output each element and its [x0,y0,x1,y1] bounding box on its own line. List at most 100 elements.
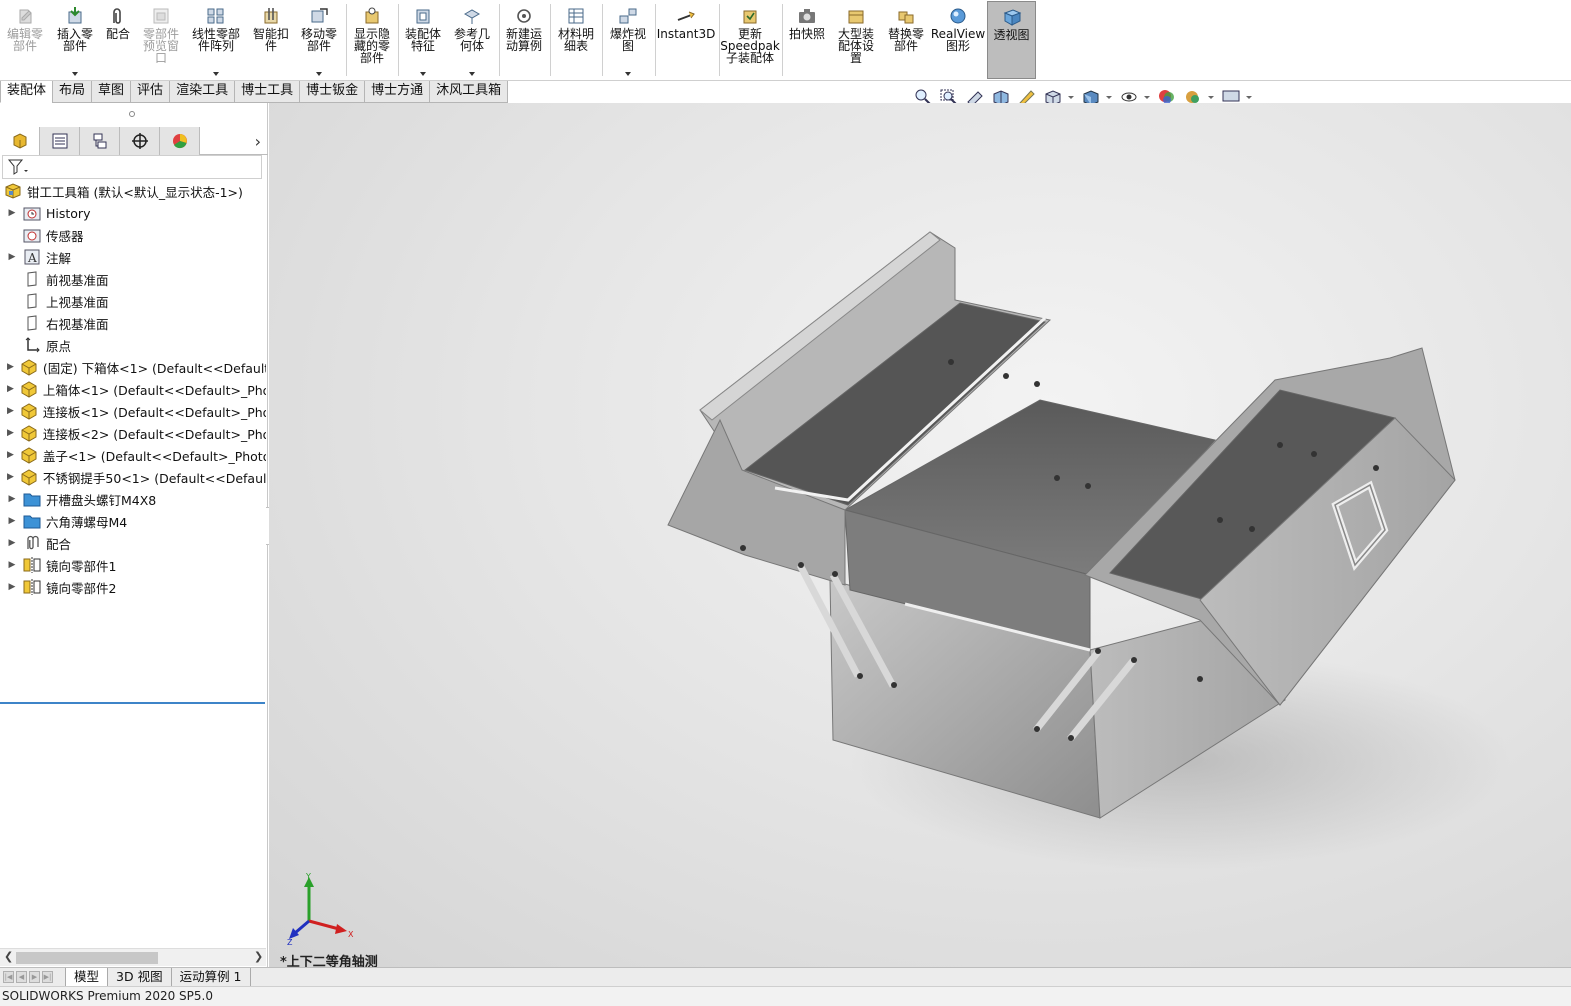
expand-arrow-icon[interactable]: ▶ [7,450,14,460]
horizontal-scrollbar[interactable]: ❮ ❯ [0,948,266,966]
expand-arrow-icon[interactable]: ▶ [7,538,17,548]
dimxpert-tab[interactable] [120,127,160,155]
edit-component-button[interactable]: 编辑零 部件 [2,4,48,78]
chevron-right-icon[interactable]: › [255,132,261,151]
chevron-down-icon[interactable] [1144,95,1150,99]
feature-tree: 钳工工具箱 (默认<默认_显示状态-1>) ▶History ▶传感器 ▶A注解… [0,180,266,598]
scroll-left-icon[interactable]: ❮ [4,950,13,963]
expand-arrow-icon[interactable]: ▶ [7,208,17,218]
tree-item-component[interactable]: ▶ 上箱体<1> (Default<<Default>_Photo [0,378,266,400]
graphics-area[interactable]: Y X Z *上下二等角轴测 [269,103,1571,967]
chevron-down-icon[interactable] [316,72,322,76]
realview-button[interactable]: RealView 图形 [931,4,985,78]
replace-component-button[interactable]: 替换零 部件 [882,4,930,78]
move-component-button[interactable]: 移动零 部件 [296,4,342,78]
first-tab-icon[interactable]: |◀ [3,971,14,983]
expand-arrow-icon[interactable]: ▶ [7,494,17,504]
expand-arrow-icon[interactable]: ▶ [7,252,17,262]
chevron-down-icon[interactable] [469,72,475,76]
rollback-bar[interactable] [0,702,265,704]
large-assembly-button[interactable]: 大型装 配体设 置 [832,4,880,78]
reference-geometry-button[interactable]: 参考几 何体 [448,4,496,78]
smart-fasteners-button[interactable]: 智能扣 件 [248,4,294,78]
tab-sketch[interactable]: 草图 [91,81,132,103]
tree-item-top-plane[interactable]: ▶上视基准面 [0,290,266,312]
tree-item-mates[interactable]: ▶ 配合 [0,532,266,554]
tab-motion-study[interactable]: 运动算例 1 [170,968,251,987]
panel-tabs [0,127,268,155]
tree-item-annotations[interactable]: ▶ A 注解 [0,246,266,268]
tree-item-front-plane[interactable]: ▶前视基准面 [0,268,266,290]
assembly-features-button[interactable]: 装配体 特征 [400,4,446,78]
new-motion-study-button[interactable]: 新建运 动算例 [501,4,547,78]
configuration-manager-tab[interactable] [80,127,120,155]
feature-manager-tab[interactable] [0,127,40,155]
chevron-down-icon[interactable] [1068,95,1074,99]
display-manager-tab[interactable] [160,127,200,155]
tree-item-component[interactable]: ▶ 盖子<1> (Default<<Default>_PhotoW [0,444,266,466]
tree-item-sensors[interactable]: ▶传感器 [0,224,266,246]
chevron-down-icon[interactable] [625,72,631,76]
tab-boshi-sheetmetal[interactable]: 博士钣金 [299,81,366,103]
tree-item-component[interactable]: ▶ (固定) 下箱体<1> (Default<<Default>_ [0,356,266,378]
tree-item-history[interactable]: ▶ History [0,202,266,224]
tab-boshi-tools[interactable]: 博士工具 [234,81,301,103]
instant3d-button[interactable]: Instant3D [657,4,715,78]
filter-box[interactable] [2,155,262,179]
chevron-down-icon[interactable] [420,72,426,76]
snapshot-button[interactable]: 拍快照 [784,4,830,78]
tree-item-folder[interactable]: ▶ 开槽盘头螺钉M4X8 [0,488,266,510]
tab-layout[interactable]: 布局 [52,81,93,103]
tree-root-assembly[interactable]: 钳工工具箱 (默认<默认_显示状态-1>) [0,180,266,202]
tree-item-right-plane[interactable]: ▶右视基准面 [0,312,266,334]
mate-button[interactable]: 配合 [100,4,136,78]
status-text: SOLIDWORKS Premium 2020 SP5.0 [2,989,213,1003]
toolbox-model[interactable] [269,103,1571,967]
expand-arrow-icon[interactable]: ▶ [7,582,17,592]
tab-render-tools[interactable]: 渲染工具 [169,81,236,103]
chevron-down-icon[interactable] [1246,95,1252,99]
linear-pattern-button[interactable]: 线性零部 件阵列 [188,4,244,78]
expand-arrow-icon[interactable]: ▶ [7,560,17,570]
speedpak-button[interactable]: 更新 Speedpak 子装配体 [720,4,780,78]
tree-item-component[interactable]: ▶ 连接板<1> (Default<<Default>_Photo [0,400,266,422]
component-preview-button[interactable]: 零部件 预览窗 口 [138,4,184,78]
expand-arrow-icon[interactable]: ▶ [7,384,14,394]
new-motion-study-icon [517,9,531,23]
prev-tab-icon[interactable]: ◀ [16,971,27,983]
perspective-button[interactable]: 透视图 [987,1,1036,79]
bill-of-materials-button[interactable]: 材料明 细表 [552,4,600,78]
chevron-down-icon[interactable] [72,72,78,76]
exploded-view-button[interactable]: 爆炸视 图 [604,4,652,78]
tree-item-mirror[interactable]: ▶ 镜向零部件1 [0,554,266,576]
last-tab-icon[interactable]: ▶| [42,971,53,983]
expand-arrow-icon[interactable]: ▶ [7,406,14,416]
tree-item-component[interactable]: ▶ 连接板<2> (Default<<Default>_Photo [0,422,266,444]
tree-item-origin[interactable]: ▶原点 [0,334,266,356]
plane-icon [27,271,37,287]
chevron-down-icon[interactable] [1208,95,1214,99]
tab-3d-views[interactable]: 3D 视图 [107,968,172,987]
expand-arrow-icon[interactable]: ▶ [7,362,14,372]
tree-item-component[interactable]: ▶ 不锈钢提手50<1> (Default<<Default>_ [0,466,266,488]
chevron-down-icon[interactable] [213,72,219,76]
tree-item-mirror[interactable]: ▶ 镜向零部件2 [0,576,266,598]
tree-item-folder[interactable]: ▶ 六角薄螺母M4 [0,510,266,532]
expand-arrow-icon[interactable]: ▶ [7,428,14,438]
expand-arrow-icon[interactable]: ▶ [7,472,14,482]
scroll-right-icon[interactable]: ❯ [254,950,263,963]
chevron-down-icon[interactable] [1106,95,1112,99]
property-manager-tab[interactable] [40,127,80,155]
tab-mufeng-toolbox[interactable]: 沐风工具箱 [429,81,509,103]
panel-splitter[interactable] [129,111,135,117]
scrollbar-thumb[interactable] [16,952,158,964]
show-hidden-button[interactable]: 显示隐 藏的零 部件 [348,4,396,78]
expand-arrow-icon[interactable]: ▶ [7,516,17,526]
next-tab-icon[interactable]: ▶ [29,971,40,983]
tab-boshi-tube[interactable]: 博士方通 [364,81,431,103]
tab-model[interactable]: 模型 [65,968,109,987]
tab-evaluate[interactable]: 评估 [130,81,171,103]
insert-component-button[interactable]: 插入零 部件 [52,4,98,78]
component-preview-icon [153,8,169,24]
tab-assembly[interactable]: 装配体 [0,81,54,103]
